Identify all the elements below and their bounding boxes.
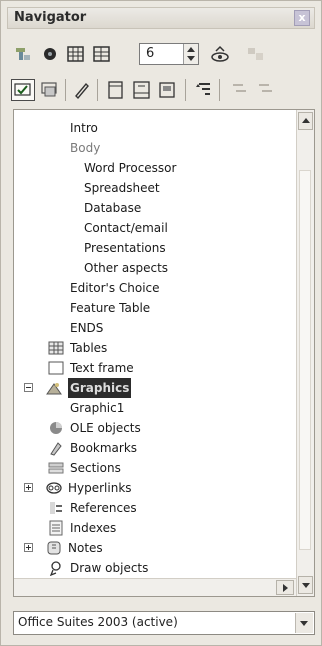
tree-item-label: Database (84, 201, 142, 215)
navigation-button[interactable] (39, 43, 61, 65)
scroll-down-button[interactable] (298, 576, 313, 594)
next-button[interactable] (91, 43, 113, 65)
navigator-window: Navigator x 6 Intro Body Word Processor … (0, 0, 322, 646)
drag-mode-button[interactable] (209, 43, 231, 65)
tree-item-label: Body (70, 141, 101, 155)
tree-item-label: Presentations (84, 241, 166, 255)
document-select-value: Office Suites 2003 (active) (18, 615, 178, 629)
tree-item-label: Word Processor (84, 161, 177, 175)
scroll-thumb[interactable] (299, 170, 311, 550)
tree-item-label: Notes (68, 541, 103, 555)
tree-item-label: Other aspects (84, 261, 169, 275)
content-view-icon (14, 83, 31, 96)
edit-icon (75, 82, 89, 100)
sections-icon (48, 462, 64, 474)
tree-item-label: Text frame (70, 361, 134, 375)
navigator-toolbar-bottom (9, 77, 315, 107)
document-select[interactable]: Office Suites 2003 (active) (13, 611, 315, 635)
tree-item-label: OLE objects (70, 421, 141, 435)
promote-icon (233, 84, 246, 92)
toolbar-separator (219, 79, 220, 101)
navigation-icon (44, 48, 56, 60)
set-reminder-icon (41, 82, 57, 97)
hyperlink-icon (46, 482, 62, 494)
references-icon (50, 502, 62, 514)
navigation-toggle-button[interactable] (13, 43, 35, 65)
anchor-button[interactable] (157, 79, 179, 101)
toolbar-separator (97, 79, 98, 101)
expand-icon[interactable] (24, 543, 33, 552)
heading-levels-icon (196, 83, 210, 95)
tree-item-label: References (70, 501, 137, 515)
previous-button[interactable] (65, 43, 87, 65)
collapse-icon[interactable] (24, 383, 33, 392)
tree-item-label: Graphic1 (70, 401, 125, 415)
next-icon (93, 46, 110, 62)
tree-item-label: Intro (70, 121, 98, 135)
edit-button[interactable] (71, 79, 93, 101)
navigation-toggle-icon (16, 48, 30, 60)
toolbar-separator (185, 79, 186, 101)
tree-item-label: Contact/email (84, 221, 168, 235)
header-icon (108, 81, 123, 99)
demote-button[interactable] (255, 79, 277, 101)
spin-up-icon[interactable] (187, 47, 195, 52)
close-icon: x (298, 11, 306, 24)
expand-icon[interactable] (24, 483, 33, 492)
stepper-arrows[interactable] (183, 44, 198, 64)
ole-icon (50, 422, 62, 434)
spin-down-icon[interactable] (187, 56, 195, 61)
tree-item-label: ENDS (70, 321, 104, 335)
toolbar-separator (65, 79, 66, 101)
close-button[interactable]: x (294, 10, 310, 26)
navigator-tree[interactable]: Intro Body Word Processor Spreadsheet Da… (13, 109, 315, 597)
chevron-down-icon[interactable] (295, 613, 313, 633)
previous-icon (67, 46, 84, 62)
navigator-toolbar-top: 6 (9, 41, 315, 71)
tree-item-label: Sections (70, 461, 121, 475)
horizontal-scrollbar[interactable] (14, 578, 296, 596)
tree-item-label: Draw objects (70, 561, 149, 575)
window-title: Navigator (14, 10, 87, 25)
tree-item-label-selected: Graphics (68, 378, 132, 398)
footer-icon (133, 81, 150, 99)
draw-objects-icon (49, 561, 61, 576)
vertical-scrollbar[interactable] (296, 110, 314, 596)
tree-item-label: Feature Table (70, 301, 151, 315)
anchor-icon (159, 82, 175, 98)
tree-item-label: Bookmarks (70, 441, 138, 455)
set-reminder-button[interactable] (39, 79, 61, 101)
graphics-icon (46, 383, 62, 395)
disabled-button[interactable] (245, 43, 267, 65)
disabled-icon (248, 48, 263, 60)
demote-icon (259, 84, 272, 92)
tree-item-label: Indexes (70, 521, 117, 535)
promote-button[interactable] (229, 79, 251, 101)
tree-item-label: Editor's Choice (70, 281, 160, 295)
title-bar: Navigator x (7, 7, 315, 29)
content-view-button[interactable] (11, 79, 35, 101)
tree-item-label: Spreadsheet (84, 181, 160, 195)
scroll-up-button[interactable] (298, 112, 313, 130)
tree-item-label: Hyperlinks (68, 481, 132, 495)
page-number-value: 6 (146, 46, 155, 61)
header-button[interactable] (105, 79, 127, 101)
bookmark-icon (50, 442, 62, 456)
heading-levels-button[interactable] (193, 79, 215, 101)
notes-icon (47, 541, 61, 555)
scroll-right-button[interactable] (276, 580, 294, 595)
tree-item-label: Tables (70, 341, 108, 355)
text-frame-icon (48, 361, 64, 375)
indexes-icon (49, 520, 63, 536)
page-number-stepper[interactable]: 6 (139, 43, 199, 65)
table-icon (48, 341, 64, 355)
footer-button[interactable] (131, 79, 153, 101)
drag-mode-icon (211, 45, 229, 62)
